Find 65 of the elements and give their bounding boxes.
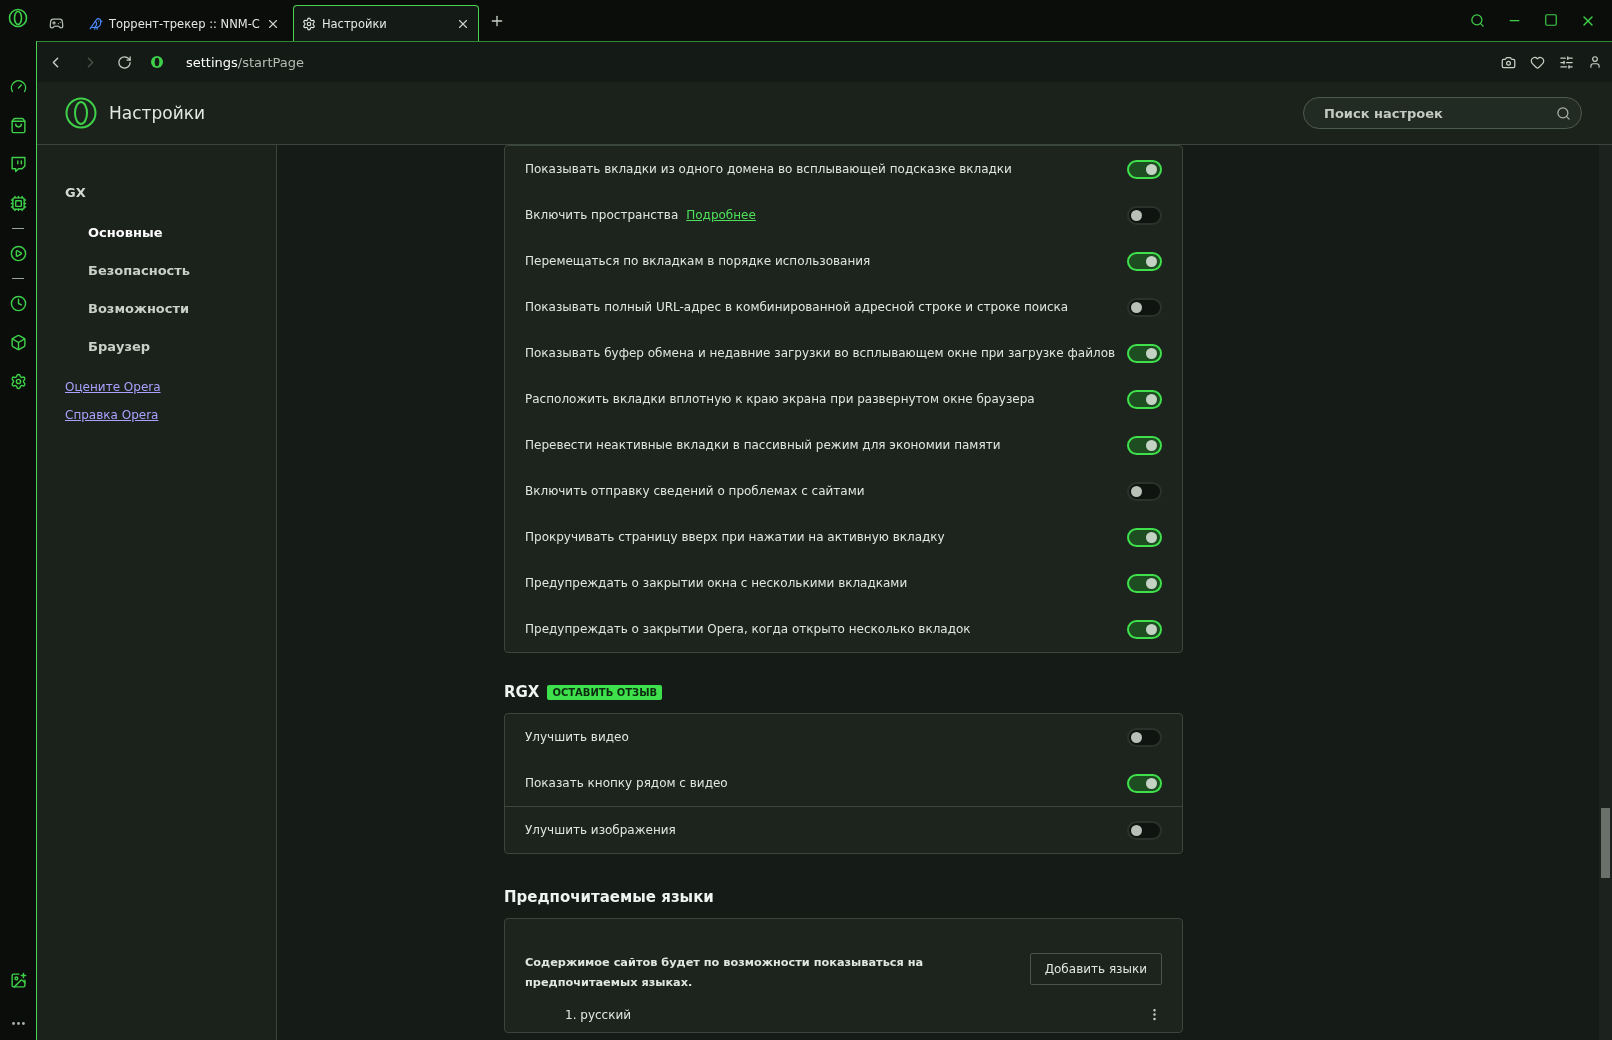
camera-icon[interactable] — [1501, 54, 1516, 70]
search-icon — [1556, 105, 1571, 121]
setting-label: Перевести неактивные вкладки в пассивный режим для экономии памяти — [525, 438, 1001, 452]
browser-tab[interactable]: Торрент-трекер :: NNM-C — [80, 5, 289, 41]
nav-item[interactable]: Основные — [65, 214, 276, 252]
tab-title: Торрент-трекер :: NNM-C — [109, 16, 260, 31]
help-link[interactable]: Оцените Opera — [65, 380, 161, 394]
maximize-icon[interactable] — [1544, 12, 1558, 27]
toggle-switch[interactable] — [1127, 727, 1162, 747]
setting-label: Предупреждать о закрытии окна с несколькими вкладками — [525, 576, 908, 590]
twitch-icon[interactable] — [9, 156, 27, 173]
search-input[interactable]: Поиск настроек — [1322, 104, 1556, 122]
toggle-switch[interactable] — [1127, 820, 1162, 840]
page-title: Настройки — [109, 103, 205, 123]
ring-logo-icon — [150, 55, 164, 69]
more-link[interactable]: Подробнее — [686, 208, 756, 222]
toggle-switch[interactable] — [1127, 297, 1162, 317]
setting-label: Улучшить видео — [525, 730, 629, 744]
help-link[interactable]: Справка Opera — [65, 408, 159, 422]
browser-tab[interactable]: Настройки — [292, 5, 479, 41]
ring-logo-icon[interactable] — [8, 8, 28, 28]
gear-icon — [301, 16, 316, 31]
image-icon[interactable] — [9, 972, 27, 989]
setting-label: Перемещаться по вкладкам в порядке использования — [525, 254, 871, 268]
url-text[interactable]: settings/startPage — [186, 54, 304, 70]
setting-label: Включить пространства — [525, 208, 679, 222]
setting-label: Включить отправку сведений о проблемах с сайтами — [525, 484, 865, 498]
section-title: Предпочитаемые языки — [504, 888, 715, 906]
setting-label: Прокручивать страницу вверх при нажатии на активную вкладку — [525, 530, 945, 544]
toggle-switch[interactable] — [1127, 205, 1162, 225]
play-icon[interactable] — [9, 245, 27, 262]
nav-item[interactable]: Безопасность — [65, 252, 276, 290]
section-title: RGX — [504, 683, 540, 701]
bag-icon[interactable] — [9, 117, 27, 134]
search-field[interactable]: Поиск настроек — [1303, 97, 1582, 129]
toggle-switch[interactable] — [1127, 481, 1162, 501]
clock-icon[interactable] — [9, 295, 27, 312]
setting-label: Показывать полный URL-адрес в комбинированной адресной строке и строке поиска — [525, 300, 1069, 314]
heart-icon[interactable] — [1530, 54, 1545, 70]
sliders-icon[interactable] — [1559, 54, 1574, 70]
user-icon[interactable] — [1588, 55, 1602, 69]
cube-icon[interactable] — [9, 334, 27, 351]
setting-label: Предупреждать о закрытии Opera, когда открыто несколько вкладок — [525, 622, 971, 636]
tab-title: Настройки — [321, 16, 388, 31]
cpu-icon[interactable] — [9, 195, 27, 212]
setting-label: Показывать вкладки из одного домена во всплывающей подсказке вкладки — [525, 162, 1012, 176]
feedback-badge[interactable]: ОСТАВИТЬ ОТЗЫВ — [547, 684, 663, 700]
settings-icon[interactable] — [9, 373, 27, 390]
reload-icon[interactable] — [117, 54, 132, 70]
bird-icon — [89, 16, 103, 31]
ring-logo-icon — [65, 97, 97, 129]
nav-section-title: GX — [65, 185, 87, 200]
gamepad-icon — [49, 16, 64, 31]
nav-item[interactable]: Браузер — [65, 328, 276, 366]
setting-label: Улучшить изображения — [525, 823, 676, 837]
speedometer-icon[interactable] — [9, 78, 27, 95]
languages-description: Содержимое сайтов будет по возможности показываться на предпочитаемых языках. — [525, 955, 925, 991]
setting-label: Расположить вкладки вплотную к краю экрана при развернутом окне браузера — [525, 392, 1035, 406]
language-name: 1. русский — [565, 1007, 633, 1022]
setting-label: Показывать буфер обмена и недавние загрузки во всплывающем окне при загрузке файлов — [525, 346, 1116, 360]
search-icon[interactable] — [1470, 12, 1485, 28]
add-languages-button[interactable]: Добавить языки — [1029, 953, 1162, 985]
setting-label: Показать кнопку рядом с видео — [525, 776, 728, 790]
scrollbar[interactable] — [1599, 145, 1612, 1040]
nav-item[interactable]: Возможности — [65, 290, 276, 328]
